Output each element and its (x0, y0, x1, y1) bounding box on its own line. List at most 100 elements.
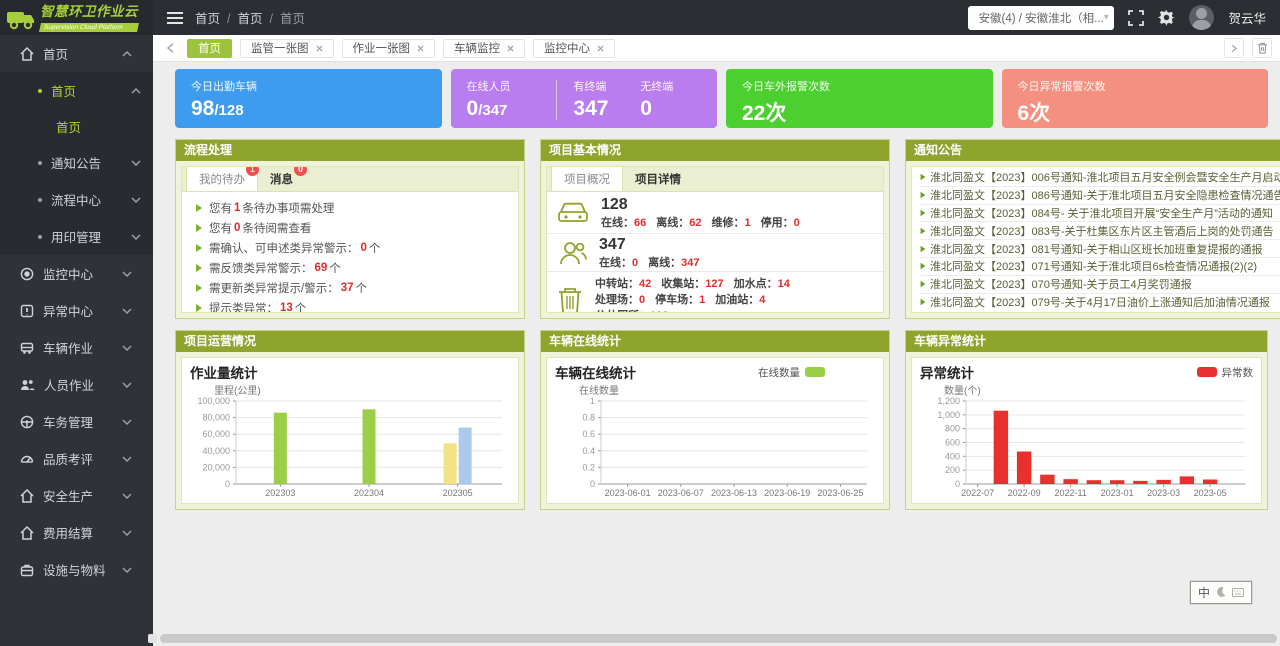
notice-item[interactable]: 淮北同盈文【2023】084号- 关于淮北项目开展“安全生产月”活动的通知 (920, 205, 1280, 223)
tab-project-details[interactable]: 项目详情 (623, 167, 693, 191)
user-avatar[interactable] (1189, 5, 1214, 30)
svg-text:202303: 202303 (265, 488, 295, 498)
ime-keyboard-icon[interactable] (1232, 586, 1244, 600)
sidebar-item-personnel-ops[interactable]: 人员作业 (0, 366, 153, 403)
ime-language-button[interactable]: 中 (1198, 584, 1210, 601)
tab-my-todo[interactable]: 我的待办 1 (186, 166, 258, 191)
stat-number: 0 (632, 257, 638, 269)
sidebar-item-label: 首页 (43, 44, 68, 63)
tabs-scroll-right-icon[interactable] (1224, 38, 1244, 58)
tab-supervision-map[interactable]: 监管一张图 (240, 39, 334, 58)
process-item[interactable]: 需反馈类异常警示：69 个 (196, 258, 508, 278)
stat-label: 有终端 (573, 78, 626, 94)
divider (556, 80, 557, 120)
stat-cards-row: 今日出勤车辆 98/128 在线人员 0/347 有终端 347 无终端 0 今… (175, 69, 1268, 128)
sidebar-nav: 首页 首页 首页 通知公告 流程中心 用印管理 监控中心 (0, 35, 153, 646)
process-item[interactable]: 您有1条待办事项需处理 (196, 198, 508, 218)
sidebar-item-label: 车辆作业 (43, 338, 93, 357)
sidebar-item-home-page-active[interactable]: 首页 (0, 109, 153, 144)
sidebar-item-process-center[interactable]: 流程中心 (0, 181, 153, 218)
top-bar: 智慧环卫作业云 Supervision Cloud Platform 首页 首页… (0, 0, 1280, 35)
panel-title: 车辆在线统计 (541, 331, 889, 352)
item-count: 0 (361, 242, 367, 254)
sidebar-item-label: 监控中心 (43, 264, 93, 283)
process-item[interactable]: 提示类异常：13 个 (196, 298, 508, 313)
chevron-down-icon (122, 567, 132, 573)
sidebar-item-label: 首页 (56, 117, 81, 136)
notice-item[interactable]: 淮北同盈文【2023】079号-关于4月17日油价上涨通知后加油情况通报 (920, 294, 1280, 312)
stat-card-vehicle-alarms-today[interactable]: 今日车外报警次数 22次 (726, 69, 993, 128)
notice-item[interactable]: 淮北同盈文【2023】070号通知-关于员工4月奖罚通报 (920, 276, 1280, 294)
sidebar-item-safety-production[interactable]: 安全生产 (0, 477, 153, 514)
region-select[interactable]: 安徽(4) / 安徽淮北（相... ▾ (968, 6, 1114, 30)
close-icon[interactable] (316, 45, 323, 52)
sidebar-item-label: 费用结算 (43, 523, 93, 542)
stat-card-vehicles-today[interactable]: 今日出勤车辆 98/128 (175, 69, 442, 128)
horizontal-scrollbar[interactable] (160, 634, 1277, 643)
close-icon[interactable] (597, 45, 604, 52)
chart-y-axis-label: 在线数量 (579, 382, 875, 395)
stat-value: 347 (573, 97, 626, 121)
bullet-dot-icon (38, 161, 42, 165)
sidebar-item-seal-management[interactable]: 用印管理 (0, 218, 153, 255)
sidebar-item-vehicle-ops[interactable]: 车辆作业 (0, 329, 153, 366)
svg-text:1,000: 1,000 (937, 410, 960, 420)
notice-item[interactable]: 淮北同盈文【2023】086号通知-关于淮北项目五月安全隐患检查情况通告 (920, 187, 1280, 205)
chart-y-axis-label: 里程(公里) (214, 382, 510, 395)
chevron-up-icon (131, 88, 141, 94)
ime-moon-icon[interactable] (1216, 586, 1226, 600)
stat-number: 347 (681, 257, 699, 269)
svg-text:800: 800 (945, 424, 960, 434)
notice-item[interactable]: 淮北同盈文【2023】083号-关于杜集区东片区主管酒后上岗的处罚通告 (920, 222, 1280, 240)
stat-card-personnel-online[interactable]: 在线人员 0/347 有终端 347 无终端 0 (451, 69, 718, 128)
breadcrumb-item[interactable]: 首页 (195, 8, 220, 27)
process-item[interactable]: 您有0条待阅需查看 (196, 218, 508, 238)
username[interactable]: 贺云华 (1228, 8, 1266, 27)
svg-text:2023-06-13: 2023-06-13 (711, 488, 757, 498)
sidebar-item-cost-settlement[interactable]: 费用结算 (0, 514, 153, 551)
item-count: 13 (280, 302, 293, 313)
sidebar-item-monitor-center[interactable]: 监控中心 (0, 255, 153, 292)
process-item[interactable]: 需更新类异常提示/警示：37 个 (196, 278, 508, 298)
sidebar-item-facilities-materials[interactable]: 设施与物料 (0, 551, 153, 588)
notice-item[interactable]: 淮北同盈文【2023】006号通知-淮北项目五月安全例会暨安全生产月启动会… (920, 169, 1280, 187)
menu-collapse-icon[interactable] (167, 12, 183, 24)
tab-label: 首页 (198, 40, 221, 56)
triangle-bullet-icon (921, 228, 926, 234)
triangle-bullet-icon (196, 264, 202, 272)
tab-label: 监控中心 (544, 40, 590, 56)
close-icon[interactable] (507, 45, 514, 52)
sidebar-item-notices[interactable]: 通知公告 (0, 144, 153, 181)
tab-monitor-center[interactable]: 监控中心 (533, 39, 615, 58)
notice-item[interactable]: 淮北同盈文【2023】071号通知-关于淮北项目6s检查情况通报(2)(2) (920, 258, 1280, 276)
chart-title: 车辆在线统计 (555, 362, 636, 382)
breadcrumb-item[interactable]: 首页 (220, 8, 263, 27)
sidebar-item-fleet-management[interactable]: 车务管理 (0, 403, 153, 440)
svg-text:60,000: 60,000 (202, 429, 230, 439)
sidebar-item-home-sub[interactable]: 首页 (0, 72, 153, 109)
chart-legend[interactable]: 在线数量 (758, 365, 825, 380)
sidebar-item-home[interactable]: 首页 (0, 35, 153, 72)
tab-project-summary[interactable]: 项目概况 (551, 166, 623, 191)
notice-item[interactable]: 淮北同盈文【2023】081号通知-关于相山区班长加班重复提报的通报 (920, 240, 1280, 258)
tab-vehicle-monitor[interactable]: 车辆监控 (443, 39, 525, 58)
stat-value-sub: /128 (214, 102, 243, 119)
svg-text:20,000: 20,000 (202, 462, 230, 472)
tab-label: 项目详情 (635, 174, 681, 186)
process-item[interactable]: 需确认、可申述类异常警示：0 个 (196, 238, 508, 258)
tabs-scroll-left-icon[interactable] (161, 39, 179, 57)
sidebar-item-quality-review[interactable]: 品质考评 (0, 440, 153, 477)
tab-messages[interactable]: 消息 0 (258, 167, 305, 191)
tab-home[interactable]: 首页 (187, 39, 232, 58)
close-icon[interactable] (417, 45, 424, 52)
tab-operation-map[interactable]: 作业一张图 (342, 39, 436, 58)
stat-card-abnormal-alarms-today[interactable]: 今日异常报警次数 6次 (1002, 69, 1269, 128)
svg-text:600: 600 (945, 438, 960, 448)
project-facilities-row: 中转站：42收集站：127加水点：14 处理场：0停车场：1加油站：4 公共厕所… (547, 272, 883, 313)
fullscreen-icon[interactable] (1128, 10, 1144, 26)
close-all-tabs-trash-icon[interactable] (1252, 38, 1272, 58)
settings-gear-icon[interactable] (1158, 9, 1175, 26)
panel-notices: 通知公告 淮北同盈文【2023】006号通知-淮北项目五月安全例会暨安全生产月启… (905, 139, 1280, 319)
sidebar-item-exception-center[interactable]: 异常中心 (0, 292, 153, 329)
chart-legend[interactable]: 异常数 (1197, 365, 1254, 380)
